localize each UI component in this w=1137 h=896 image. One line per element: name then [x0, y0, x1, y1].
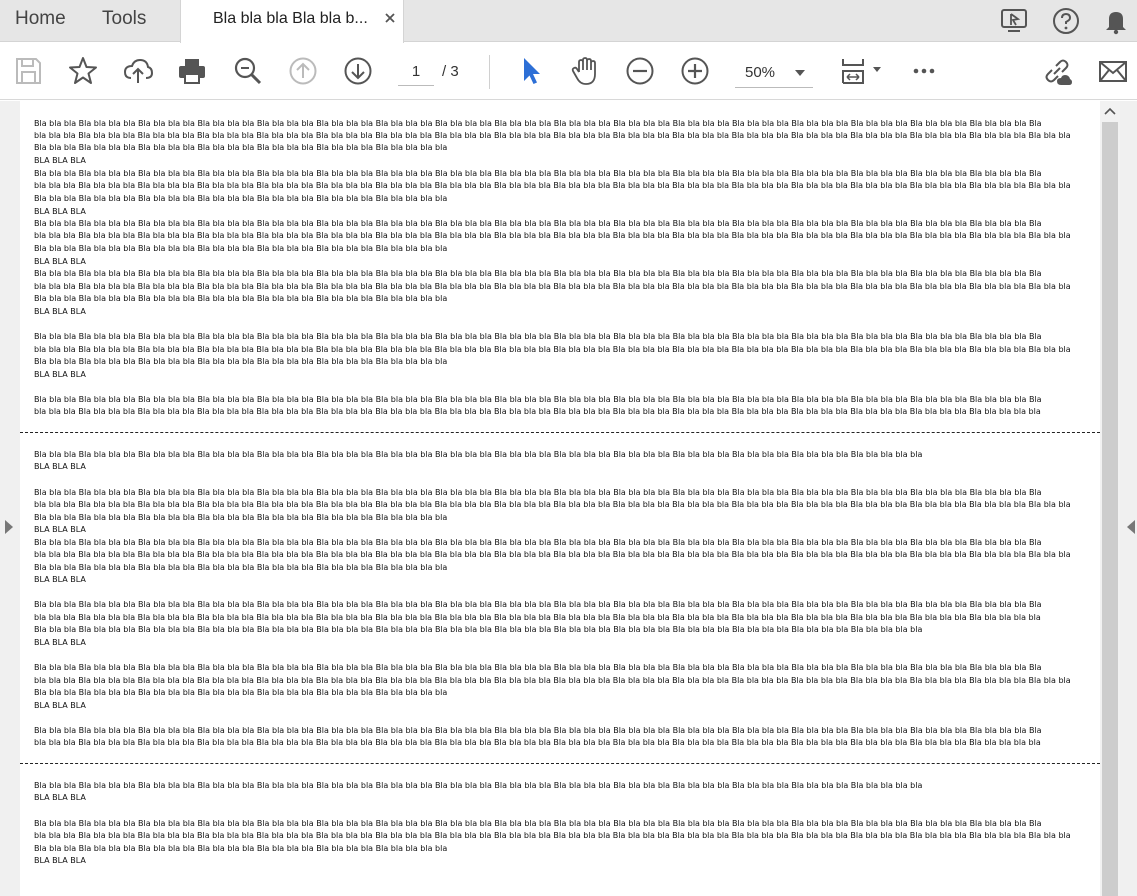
text-line: Bla bla bla Bla bla bla bla Bla bla bla … [34, 726, 1042, 735]
text-line: Bla bla bla Bla bla bla bla Bla bla bla … [34, 395, 1042, 404]
text-line: Bla bla bla Bla bla bla bla Bla bla bla … [34, 332, 1042, 341]
toolbar-divider [489, 55, 490, 89]
arrow-up-circle-icon[interactable] [287, 55, 319, 87]
minus-circle-icon[interactable] [624, 55, 656, 87]
page-number-input[interactable] [398, 58, 434, 86]
zoom-search-icon[interactable] [232, 55, 264, 87]
arrow-down-circle-icon[interactable] [342, 55, 374, 87]
chevron-down-icon [795, 70, 805, 76]
more-icon[interactable] [908, 55, 940, 87]
text-line: bla bla bla Bla bla bla bla Bla bla bla … [34, 282, 1071, 291]
scroll-up-arrow-icon[interactable] [1104, 106, 1116, 116]
top-tab-bar: Home Tools Bla bla bla Bla bla b... [0, 0, 1137, 43]
bell-icon[interactable] [1101, 6, 1131, 36]
text-line: Bla bla bla Bla bla bla bla Bla bla bla … [34, 269, 1042, 278]
heading-line: BLA BLA BLA [34, 462, 86, 471]
cloud-upload-icon[interactable] [122, 55, 154, 87]
document-tab-title: Bla bla bla Bla bla b... [213, 10, 368, 27]
text-line: Bla bla bla Bla bla bla bla Bla bla bla … [34, 219, 1042, 228]
text-line: Bla bla bla Bla bla bla bla Bla bla bla … [34, 194, 448, 203]
mail-icon[interactable] [1097, 55, 1129, 87]
toolbar: / 3 50% [0, 43, 1137, 100]
text-line: bla bla bla Bla bla bla bla Bla bla bla … [34, 676, 1071, 685]
text-line: Bla bla bla Bla bla bla bla Bla bla bla … [34, 357, 448, 366]
pointer-icon[interactable] [515, 55, 547, 87]
fit-page-icon[interactable] [838, 55, 884, 87]
text-line: bla bla bla Bla bla bla bla Bla bla bla … [34, 550, 1071, 559]
close-icon[interactable] [383, 11, 397, 25]
heading-line: BLA BLA BLA [34, 701, 86, 710]
text-line: Bla bla bla Bla bla bla bla Bla bla bla … [34, 819, 1042, 828]
heading-line: BLA BLA BLA [34, 793, 86, 802]
text-line: bla bla bla Bla bla bla bla Bla bla bla … [34, 407, 1041, 416]
text-line: bla bla bla Bla bla bla bla Bla bla bla … [34, 345, 1071, 354]
zoom-select[interactable]: 50% [735, 58, 813, 88]
text-line: bla bla bla Bla bla bla bla Bla bla bla … [34, 831, 1071, 840]
text-line: Bla bla bla Bla bla bla bla Bla bla bla … [34, 488, 1042, 497]
heading-line: BLA BLA BLA [34, 370, 86, 379]
text-line: bla bla bla Bla bla bla bla Bla bla bla … [34, 500, 1071, 509]
text-line: bla bla bla Bla bla bla bla Bla bla bla … [34, 181, 1071, 190]
heading-line: BLA BLA BLA [34, 307, 86, 316]
heading-line: BLA BLA BLA [34, 638, 86, 647]
text-line: bla bla bla Bla bla bla bla Bla bla bla … [34, 231, 1071, 240]
scrollbar-thumb[interactable] [1102, 122, 1118, 896]
text-line: Bla bla bla Bla bla bla bla Bla bla bla … [34, 294, 448, 303]
cloud-link-icon[interactable] [1041, 55, 1073, 87]
page-break [20, 763, 1100, 764]
text-line: Bla bla bla Bla bla bla bla Bla bla bla … [34, 450, 923, 459]
text-line: Bla bla bla Bla bla bla bla Bla bla bla … [34, 169, 1042, 178]
text-line: Bla bla bla Bla bla bla bla Bla bla bla … [34, 600, 1042, 609]
page-break [20, 432, 1100, 433]
save-icon[interactable] [12, 55, 44, 87]
text-line: bla bla bla Bla bla bla bla Bla bla bla … [34, 131, 1071, 140]
chevron-left-icon[interactable] [1126, 520, 1136, 534]
right-panel-gutter [1120, 101, 1137, 896]
star-icon[interactable] [67, 55, 99, 87]
document-view[interactable]: Bla bla bla Bla bla bla bla Bla bla bla … [20, 101, 1100, 896]
print-icon[interactable] [176, 55, 208, 87]
text-line: Bla bla bla Bla bla bla bla Bla bla bla … [34, 844, 448, 853]
plus-circle-icon[interactable] [679, 55, 711, 87]
tab-tools[interactable]: Tools [102, 8, 146, 30]
help-icon[interactable] [1051, 6, 1081, 36]
tab-home[interactable]: Home [15, 8, 66, 30]
heading-line: BLA BLA BLA [34, 156, 86, 165]
chevron-right-icon[interactable] [4, 520, 14, 534]
heading-line: BLA BLA BLA [34, 575, 86, 584]
text-line: Bla bla bla Bla bla bla bla Bla bla bla … [34, 538, 1042, 547]
share-review-icon[interactable] [999, 6, 1029, 36]
text-line: bla bla bla Bla bla bla bla Bla bla bla … [34, 613, 1041, 622]
page-total: / 3 [442, 63, 459, 80]
text-line: Bla bla bla Bla bla bla bla Bla bla bla … [34, 663, 1042, 672]
text-line: Bla bla bla Bla bla bla bla Bla bla bla … [34, 143, 448, 152]
left-panel-gutter [0, 101, 20, 896]
text-line: Bla bla bla Bla bla bla bla Bla bla bla … [34, 513, 448, 522]
text-line: Bla bla bla Bla bla bla bla Bla bla bla … [34, 119, 1042, 128]
hand-icon[interactable] [569, 55, 601, 87]
heading-line: BLA BLA BLA [34, 856, 86, 865]
text-line: Bla bla bla Bla bla bla bla Bla bla bla … [34, 244, 448, 253]
heading-line: BLA BLA BLA [34, 525, 86, 534]
text-line: Bla bla bla Bla bla bla bla Bla bla bla … [34, 563, 448, 572]
text-line: bla bla bla Bla bla bla bla Bla bla bla … [34, 738, 1041, 747]
text-line: Bla bla bla Bla bla bla bla Bla bla bla … [34, 688, 448, 697]
heading-line: BLA BLA BLA [34, 257, 86, 266]
heading-line: BLA BLA BLA [34, 207, 86, 216]
text-line: Bla bla bla Bla bla bla bla Bla bla bla … [34, 625, 923, 634]
zoom-value: 50% [745, 64, 776, 81]
text-line: Bla bla bla Bla bla bla bla Bla bla bla … [34, 781, 923, 790]
document-tab[interactable]: Bla bla bla Bla bla b... [180, 0, 404, 43]
